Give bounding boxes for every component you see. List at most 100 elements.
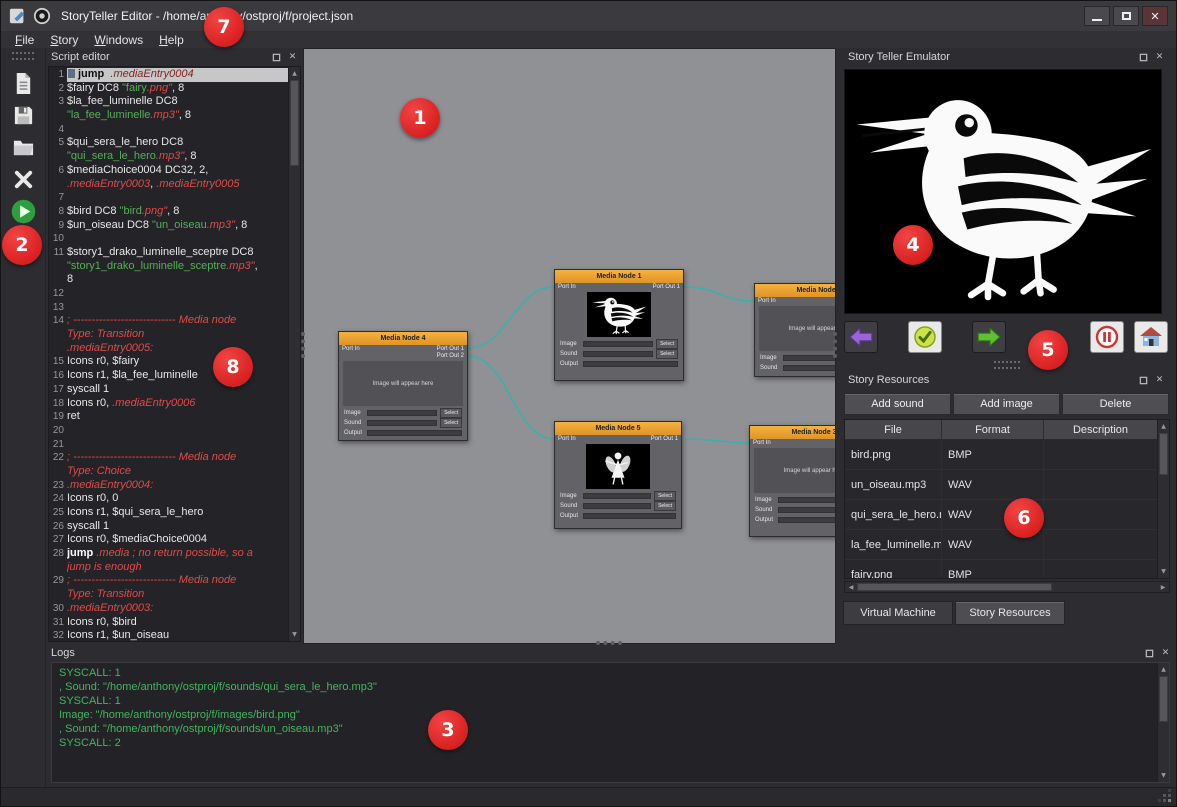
code-line[interactable]: 27Icons r0, $mediaChoice0004	[49, 533, 288, 547]
menu-item-file[interactable]: File	[7, 33, 42, 47]
script-editor-close-button[interactable]: ✕	[287, 52, 298, 63]
code-line[interactable]: 11$story1_drako_luminelle_sceptre DC8	[49, 246, 288, 260]
pause-button[interactable]	[1090, 321, 1124, 353]
titlebar[interactable]: StoryTeller Editor - /home/anthony/ostpr…	[1, 1, 1176, 31]
maximize-button[interactable]	[1113, 6, 1139, 26]
scroll-left-icon[interactable]: ◀	[846, 584, 856, 591]
code-line[interactable]: 13	[49, 301, 288, 315]
code-line[interactable]: "story1_drako_luminelle_sceptre.mp3",	[49, 260, 288, 274]
resize-grip[interactable]	[1168, 799, 1171, 802]
code-line[interactable]: 24Icons r0, 0	[49, 492, 288, 506]
scroll-down-icon[interactable]: ▼	[1158, 772, 1169, 779]
port-in[interactable]: Port In	[558, 436, 576, 443]
code-line[interactable]: "la_fee_luminelle.mp3", 8	[49, 109, 288, 123]
code-line[interactable]: 26syscall 1	[49, 520, 288, 534]
code-line[interactable]: 4	[49, 123, 288, 137]
code-line[interactable]: 2$fairy DC8 "fairy.png", 8	[49, 82, 288, 96]
code-line[interactable]: 28jump .media ; no return possible, so a	[49, 547, 288, 561]
code-line[interactable]: 9$un_oiseau DC8 "un_oiseau.mp3", 8	[49, 219, 288, 233]
emulator-close-button[interactable]: ✕	[1154, 52, 1165, 63]
code-line[interactable]: 25Icons r1, $qui_sera_le_hero	[49, 506, 288, 520]
graph-node[interactable]: Media Node 1Port InPort Out 1ImageSelect…	[554, 269, 684, 381]
splitter-canvas-logs[interactable]	[596, 641, 622, 645]
script-code[interactable]: 1jump .mediaEntry00042$fairy DC8 "fairy.…	[49, 67, 288, 641]
code-line[interactable]: 21	[49, 438, 288, 452]
table-row[interactable]: qui_sera_le_hero.mp3WAV	[845, 500, 1157, 530]
node-select-button[interactable]: Select	[656, 349, 678, 359]
code-line[interactable]: 29; ---------------------------- Media n…	[49, 574, 288, 588]
tab-story-resources[interactable]: Story Resources	[955, 601, 1065, 625]
table-row[interactable]: fairy.pngBMP	[845, 560, 1157, 578]
resources-close-button[interactable]: ✕	[1154, 375, 1165, 386]
script-scrollbar[interactable]: ▲ ▼	[288, 67, 300, 641]
scroll-up-icon[interactable]: ▲	[289, 70, 300, 77]
emulator-resize-grip[interactable]	[994, 361, 1020, 369]
scroll-up-icon[interactable]: ▲	[1158, 666, 1169, 673]
toolbar-grip[interactable]	[12, 52, 34, 60]
port-out[interactable]: Port Out 1Port Out 2	[437, 346, 464, 360]
scroll-thumb[interactable]	[1159, 676, 1168, 722]
code-line[interactable]: 22; ---------------------------- Media n…	[49, 451, 288, 465]
code-line[interactable]: Type: Transition	[49, 588, 288, 602]
log-output[interactable]: SYSCALL: 1, Sound: "/home/anthony/ostpro…	[59, 666, 1155, 780]
scroll-thumb[interactable]	[857, 583, 1052, 591]
add-image-button[interactable]: Add image	[953, 393, 1060, 415]
code-line[interactable]: 30.mediaEntry0003:	[49, 602, 288, 616]
script-editor-float-button[interactable]	[271, 52, 282, 63]
run-button[interactable]	[8, 197, 38, 226]
back-button[interactable]	[844, 321, 878, 353]
minimize-button[interactable]	[1084, 6, 1110, 26]
node-canvas[interactable]: Media Node 4Port InPort Out 1Port Out 2I…	[303, 48, 836, 644]
scroll-thumb[interactable]	[1159, 433, 1168, 475]
splitter-script-canvas[interactable]	[301, 332, 305, 358]
tab-virtual-machine[interactable]: Virtual Machine	[843, 601, 953, 625]
graph-node[interactable]: Media Node 4Port InPort Out 1Port Out 2I…	[338, 331, 468, 441]
menu-item-story[interactable]: Story	[42, 33, 86, 47]
logs-close-button[interactable]: ✕	[1160, 648, 1171, 659]
new-document-button[interactable]	[8, 69, 38, 98]
home-button[interactable]	[1134, 321, 1168, 353]
scroll-right-icon[interactable]: ▶	[1158, 584, 1168, 591]
code-line[interactable]: .mediaEntry0005:	[49, 342, 288, 356]
port-in[interactable]: Port In	[558, 284, 576, 291]
add-sound-button[interactable]: Add sound	[844, 393, 951, 415]
code-line[interactable]: .mediaEntry0003, .mediaEntry0005	[49, 178, 288, 192]
code-line[interactable]: 20	[49, 424, 288, 438]
node-select-button[interactable]: Select	[656, 339, 678, 349]
table-scrollbar[interactable]: ▲ ▼	[1157, 420, 1169, 578]
logs-float-button[interactable]	[1144, 648, 1155, 659]
graph-node[interactable]: Media Node 5Port InPort Out 1ImageSelect…	[554, 421, 682, 529]
code-line[interactable]: 14; ---------------------------- Media n…	[49, 314, 288, 328]
table-row[interactable]: bird.pngBMP	[845, 440, 1157, 470]
port-in[interactable]: Port In	[342, 346, 360, 360]
node-select-button[interactable]: Select	[654, 501, 676, 511]
scroll-up-icon[interactable]: ▲	[1158, 423, 1169, 430]
node-select-button[interactable]: Select	[654, 491, 676, 501]
accept-button[interactable]	[908, 321, 942, 353]
open-button[interactable]	[8, 133, 38, 162]
menu-item-help[interactable]: Help	[151, 33, 192, 47]
code-line[interactable]: 19ret	[49, 410, 288, 424]
scroll-down-icon[interactable]: ▼	[289, 631, 300, 638]
code-line[interactable]: 1jump .mediaEntry0004	[49, 68, 288, 82]
forward-button[interactable]	[972, 321, 1006, 353]
code-line[interactable]: 12	[49, 287, 288, 301]
node-select-button[interactable]: Select	[440, 418, 462, 428]
logs-scrollbar[interactable]: ▲ ▼	[1157, 663, 1169, 782]
node-select-button[interactable]: Select	[440, 408, 462, 418]
code-line[interactable]: 32Icons r1, $un_oiseau	[49, 629, 288, 642]
code-line[interactable]: 23.mediaEntry0004:	[49, 479, 288, 493]
port-in[interactable]: Port In	[758, 298, 776, 305]
port-in[interactable]: Port In	[753, 440, 771, 447]
table-hscrollbar[interactable]: ◀ ▶	[844, 581, 1170, 593]
graph-node[interactable]: Media Node 2Port InPort Out 1Image will …	[754, 283, 836, 377]
code-line[interactable]: 7	[49, 191, 288, 205]
code-line[interactable]: Type: Choice	[49, 465, 288, 479]
table-row[interactable]: la_fee_luminelle.mp3WAV	[845, 530, 1157, 560]
code-line[interactable]: 6$mediaChoice0004 DC32, 2,	[49, 164, 288, 178]
splitter-canvas-dock[interactable]	[833, 332, 837, 358]
save-button[interactable]	[8, 101, 38, 130]
code-line[interactable]: 8$bird DC8 "bird.png", 8	[49, 205, 288, 219]
port-out[interactable]: Port Out 1	[651, 436, 678, 443]
column-header-format[interactable]: Format	[942, 420, 1044, 439]
